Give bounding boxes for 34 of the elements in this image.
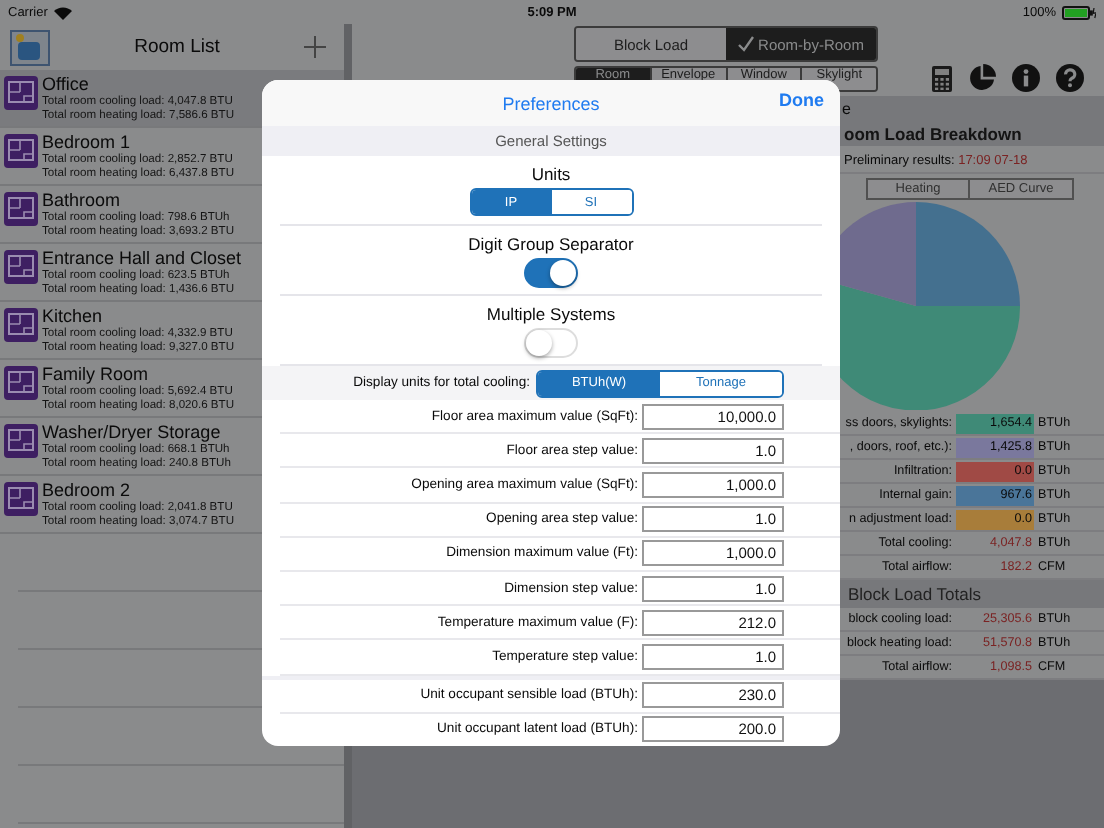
panel-title: Room List [132, 36, 222, 58]
battery-icon [1061, 5, 1096, 19]
calculator-icon[interactable] [932, 65, 952, 91]
room-name: Bathroom [42, 190, 123, 211]
room-plan-icon [4, 308, 38, 342]
dialog-title: Preferences [502, 93, 600, 113]
setting-label: Multiple Systems [486, 303, 616, 323]
room-name: Entrance Hall and Closet [42, 248, 242, 269]
room-plan-icon [4, 366, 38, 400]
block-totals-title: Block Load Totals [848, 584, 981, 604]
pie-chart-icon[interactable] [968, 64, 996, 92]
help-icon[interactable] [1056, 64, 1084, 92]
room-plan-icon [4, 76, 38, 110]
wifi-icon [53, 5, 72, 19]
toggle-switch[interactable] [524, 257, 578, 287]
room-name: Kitchen [42, 306, 105, 327]
room-plan-icon [4, 192, 38, 226]
info-icon[interactable] [1012, 64, 1040, 92]
add-icon[interactable] [304, 36, 326, 58]
room-name: Washer/Dryer Storage [42, 422, 223, 443]
setting-label: Units [531, 164, 571, 184]
section-title: e [842, 99, 851, 117]
setting-label: Digit Group Separator [468, 233, 634, 253]
room-plan-icon [4, 134, 38, 168]
room-plan-icon [4, 424, 38, 458]
room-name: Family Room [42, 364, 151, 385]
room-name: Office [42, 74, 91, 95]
breakdown-title: oom Load Breakdown [844, 124, 1022, 144]
room-name: Bedroom 1 [42, 132, 133, 153]
room-plan-icon [4, 250, 38, 284]
room-name: Bedroom 2 [42, 480, 133, 501]
done-button[interactable]: Done [779, 90, 824, 110]
check-icon [738, 36, 755, 52]
room-plan-icon [4, 482, 38, 516]
